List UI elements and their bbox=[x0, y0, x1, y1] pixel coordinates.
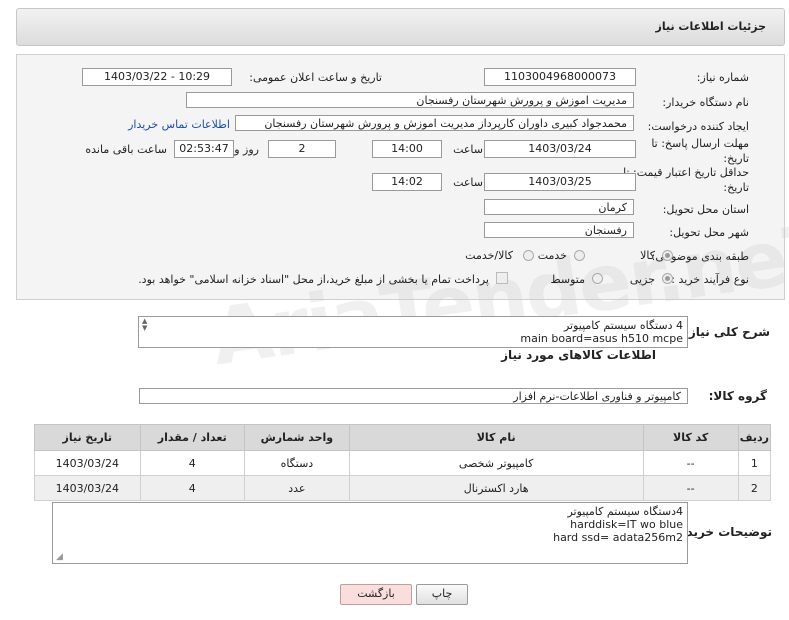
days-label: روز و bbox=[234, 143, 259, 156]
remaining-label: ساعت باقی مانده bbox=[85, 143, 167, 156]
deadline-label: مهلت ارسال پاسخ: تا تاریخ: bbox=[651, 137, 749, 165]
summary-line-1: 4 دستگاه سیستم کامپیوتر bbox=[563, 319, 683, 332]
days-field: 2 bbox=[268, 140, 336, 158]
province-field: کرمان bbox=[484, 199, 634, 215]
scroll-arrows-icon[interactable]: ▲ ▼ bbox=[142, 318, 147, 332]
cell-qty: 4 bbox=[139, 475, 245, 501]
category-option-both: کالا/خدمت bbox=[465, 249, 513, 262]
cell-name: هارد اکسترنال bbox=[348, 475, 644, 501]
resize-grip-icon[interactable]: ◢ bbox=[56, 552, 63, 562]
table-row[interactable]: 2 -- هارد اکسترنال عدد 4 1403/03/24 bbox=[34, 475, 772, 501]
announce-field: 1403/03/22 - 10:29 bbox=[82, 68, 232, 86]
summary-textarea[interactable]: 4 دستگاه سیستم کامپیوتر main board=asus … bbox=[138, 316, 688, 348]
validity-time-field: 14:02 bbox=[372, 173, 442, 191]
table-row[interactable]: 1 -- کامپیوتر شخصی دستگاه 4 1403/03/24 bbox=[34, 450, 772, 476]
cell-name: کامپیوتر شخصی bbox=[348, 450, 644, 476]
process-option-minor: جزیی bbox=[629, 273, 655, 286]
goods-group-label: گروه کالا: bbox=[708, 389, 767, 403]
payment-note: پرداخت تمام یا بخشی از مبلغ خرید،از محل … bbox=[138, 273, 489, 286]
deadline-time-label: ساعت bbox=[453, 143, 483, 156]
process-radio-medium[interactable] bbox=[592, 273, 603, 284]
back-button[interactable]: بازگشت bbox=[340, 584, 412, 605]
goods-info-title: اطلاعات کالاهای مورد نیاز bbox=[501, 348, 656, 362]
buyer-notes-line-2: harddisk=IT wo blue bbox=[570, 518, 683, 531]
cell-row: 1 bbox=[737, 450, 772, 476]
col-header-code: کد کالا bbox=[642, 424, 739, 451]
summary-line-2: main board=asus h510 mcpe bbox=[520, 332, 683, 345]
category-radio-service[interactable] bbox=[574, 250, 585, 261]
deadline-date-field: 1403/03/24 bbox=[484, 140, 636, 158]
need-number-field: 1103004968000073 bbox=[484, 68, 636, 86]
city-label: شهر محل تحویل: bbox=[669, 226, 749, 239]
summary-label: شرح کلی نیاز: bbox=[684, 325, 770, 339]
deadline-time-field: 14:00 bbox=[372, 140, 442, 158]
process-label: نوع فرآیند خرید : bbox=[671, 273, 749, 286]
need-number-label: شماره نیاز: bbox=[696, 71, 749, 84]
buyer-field: مدیریت اموزش و پرورش شهرستان رفسنجان bbox=[186, 92, 634, 108]
items-table: ردیف کد کالا نام کالا واحد شمارش تعداد /… bbox=[34, 424, 772, 501]
cell-row: 2 bbox=[737, 475, 772, 501]
col-header-name: نام کالا bbox=[348, 424, 644, 451]
page-title: جزئیات اطلاعات نیاز bbox=[655, 20, 767, 33]
cell-code: -- bbox=[642, 450, 739, 476]
cell-unit: دستگاه bbox=[243, 450, 350, 476]
cell-code: -- bbox=[642, 475, 739, 501]
col-header-qty: تعداد / مقدار bbox=[139, 424, 245, 451]
col-header-date: تاریخ نیاز bbox=[34, 424, 141, 451]
process-radio-minor[interactable] bbox=[662, 273, 673, 284]
col-header-row: ردیف bbox=[737, 424, 772, 451]
category-radio-goods[interactable] bbox=[662, 250, 673, 261]
category-option-service: خدمت bbox=[537, 249, 567, 262]
buyer-notes-textarea[interactable]: 4دستگاه سیستم کامپیوتر harddisk=IT wo bl… bbox=[52, 502, 688, 564]
buyer-notes-line-3: hard ssd= adata256m2 bbox=[553, 531, 683, 544]
province-label: استان محل تحویل: bbox=[662, 203, 749, 216]
category-radio-both[interactable] bbox=[523, 250, 534, 261]
creator-label: ایجاد کننده درخواست: bbox=[647, 120, 749, 133]
print-button[interactable]: چاپ bbox=[416, 584, 468, 605]
remaining-time-field: 02:53:47 bbox=[174, 140, 234, 158]
cell-date: 1403/03/24 bbox=[34, 475, 141, 501]
validity-time-label: ساعت bbox=[453, 176, 483, 189]
buyer-label: نام دستگاه خریدار: bbox=[662, 96, 749, 109]
goods-group-field: کامپیوتر و فناوری اطلاعات-نرم افزار bbox=[139, 388, 688, 404]
city-field: رفسنجان bbox=[484, 222, 634, 238]
cell-date: 1403/03/24 bbox=[34, 450, 141, 476]
validity-date-field: 1403/03/25 bbox=[484, 173, 636, 191]
process-option-medium: متوسط bbox=[550, 273, 585, 286]
announce-label: تاریخ و ساعت اعلان عمومی: bbox=[249, 71, 382, 84]
creator-field: محمدجواد کبیری داوران کارپرداز مدیریت ام… bbox=[235, 115, 634, 131]
buyer-contact-link[interactable]: اطلاعات تماس خریدار bbox=[128, 118, 230, 131]
treasury-payment-checkbox[interactable] bbox=[496, 272, 508, 284]
category-option-goods: کالا bbox=[640, 249, 655, 262]
page-header: جزئیات اطلاعات نیاز bbox=[16, 8, 785, 46]
cell-unit: عدد bbox=[243, 475, 350, 501]
buyer-notes-line-1: 4دستگاه سیستم کامپیوتر bbox=[567, 505, 683, 518]
cell-qty: 4 bbox=[139, 450, 245, 476]
col-header-unit: واحد شمارش bbox=[243, 424, 350, 451]
